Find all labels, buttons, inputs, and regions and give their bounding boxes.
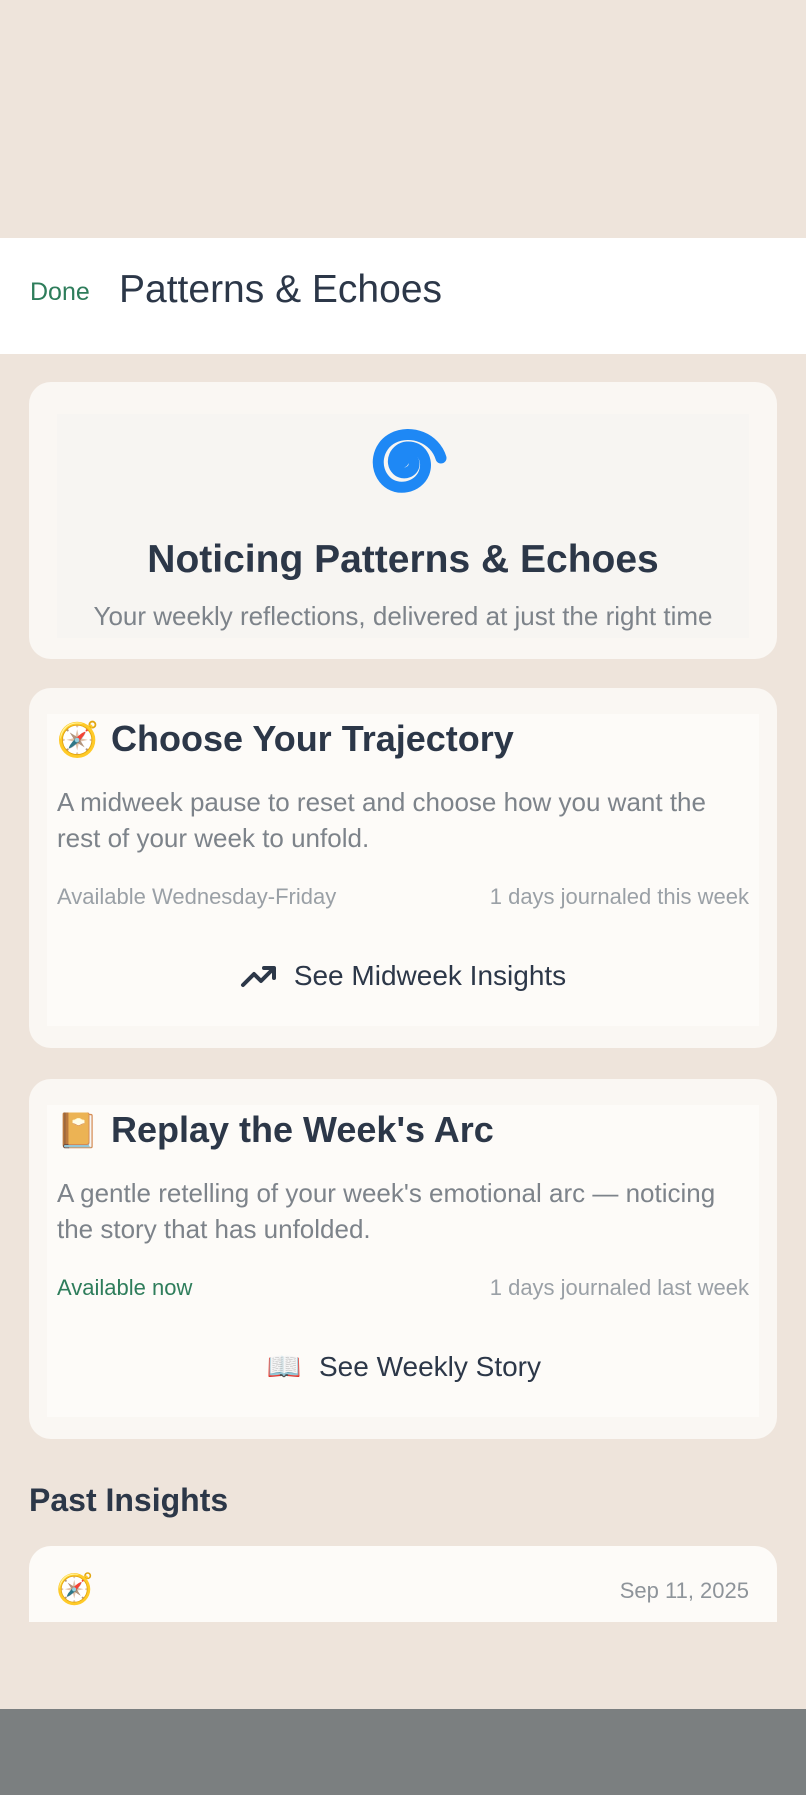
notebook-icon: 📔 [56, 1112, 100, 1150]
weekly-description: A gentle retelling of your week's emotio… [57, 1178, 716, 1244]
compass-icon: 🧭 [56, 721, 100, 759]
bottom-overlay [0, 1709, 806, 1795]
midweek-card: 🧭 Choose Your Trajectory A midweek pause… [29, 688, 777, 1048]
open-book-icon: 📖 [266, 1351, 302, 1382]
top-bar: Done Patterns & Echoes [0, 238, 806, 354]
past-insights-heading: Past Insights [29, 1482, 229, 1518]
past-insight-date: Sep 11, 2025 [619, 1578, 749, 1603]
done-button[interactable]: Done [30, 278, 90, 307]
weekly-card: 📔 Replay the Week's Arc A gentle retelli… [29, 1079, 777, 1439]
trending-up-icon [240, 966, 276, 987]
see-weekly-story-label: See Weekly Story [318, 1351, 542, 1382]
see-midweek-insights-button[interactable]: See Midweek Insights [29, 950, 777, 1002]
app-screen: Done Patterns & Echoes Noticing Patterns… [0, 0, 806, 1795]
spiral-icon [372, 429, 447, 493]
weekly-journaled-count: 1 days journaled last week [489, 1275, 749, 1300]
past-insight-item[interactable]: 🧭 Sep 11, 2025 [29, 1546, 777, 1622]
hero-card: Noticing Patterns & Echoes Your weekly r… [29, 382, 777, 659]
compass-icon: 🧭 [56, 1573, 94, 1606]
weekly-availability: Available now [57, 1275, 193, 1300]
midweek-journaled-count: 1 days journaled this week [489, 884, 749, 909]
midweek-title: Choose Your Trajectory [111, 718, 514, 759]
midweek-description: A midweek pause to reset and choose how … [57, 787, 706, 853]
hero-subtitle: Your weekly reflections, delivered at ju… [93, 601, 713, 631]
hero-title: Noticing Patterns & Echoes [147, 538, 659, 581]
midweek-availability: Available Wednesday-Friday [57, 884, 337, 909]
weekly-title: Replay the Week's Arc [111, 1109, 494, 1150]
see-weekly-story-button[interactable]: 📖 See Weekly Story [29, 1341, 777, 1393]
page-title: Patterns & Echoes [119, 268, 443, 311]
see-midweek-insights-label: See Midweek Insights [293, 960, 567, 991]
